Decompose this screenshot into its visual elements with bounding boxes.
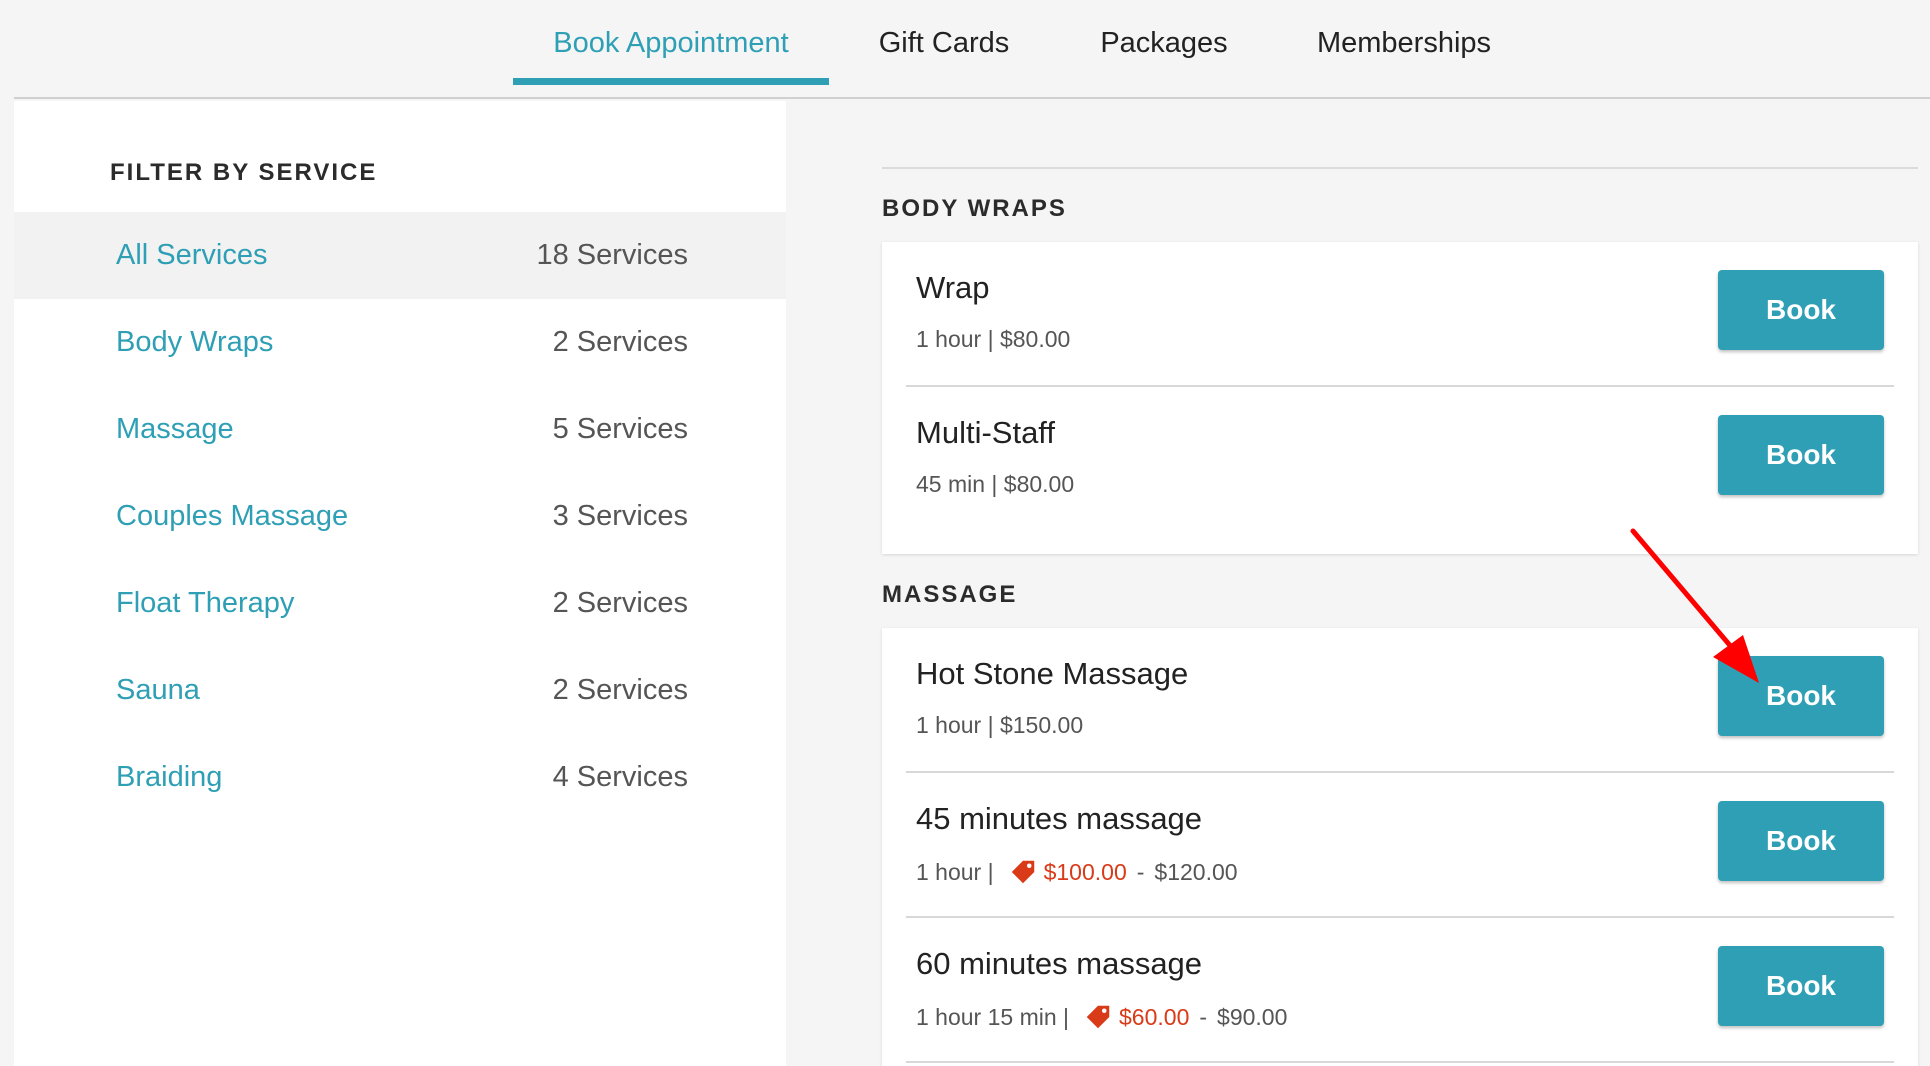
book-button[interactable]: Book bbox=[1718, 946, 1884, 1026]
filter-item-label: Massage bbox=[116, 413, 234, 445]
book-button[interactable]: Book bbox=[1718, 801, 1884, 881]
filter-sidebar: FILTER BY SERVICE All Services 18 Servic… bbox=[14, 101, 786, 1066]
service-row: 45 minutes massage 1 hour | $100.00 - $1… bbox=[906, 773, 1894, 918]
filter-item-couples-massage[interactable]: Couples Massage 3 Services bbox=[14, 473, 786, 560]
filter-item-braiding[interactable]: Braiding 4 Services bbox=[14, 734, 786, 821]
service-detail: 45 min | $80.00 bbox=[916, 471, 1075, 497]
filter-item-label: Sauna bbox=[116, 674, 200, 706]
service-row: 60 minutes massage 1 hour 15 min | $60.0… bbox=[906, 918, 1894, 1063]
filter-item-all-services[interactable]: All Services 18 Services bbox=[14, 212, 786, 299]
book-button[interactable]: Book bbox=[1718, 270, 1884, 350]
sale-price: $100.00 bbox=[1043, 858, 1127, 885]
filter-item-count: 2 Services bbox=[552, 587, 688, 619]
filter-title: FILTER BY SERVICE bbox=[110, 159, 378, 186]
filter-item-count: 18 Services bbox=[536, 239, 688, 271]
service-row: Wrap 1 hour | $80.00 Book bbox=[906, 242, 1894, 387]
service-name: Hot Stone Massage bbox=[916, 656, 1189, 691]
service-name: Wrap bbox=[916, 270, 990, 305]
service-name: 60 minutes massage bbox=[916, 946, 1203, 981]
filter-item-body-wraps[interactable]: Body Wraps 2 Services bbox=[14, 299, 786, 386]
service-detail: 1 hour 15 min | $60.00 - $90.00 bbox=[916, 1002, 1287, 1032]
filter-item-label: Body Wraps bbox=[116, 326, 274, 358]
filter-item-sauna[interactable]: Sauna 2 Services bbox=[14, 647, 786, 734]
service-card-body-wraps: Wrap 1 hour | $80.00 Book Multi-Staff 45… bbox=[882, 242, 1918, 554]
price-separator: - bbox=[1136, 858, 1145, 885]
filter-item-label: Float Therapy bbox=[116, 587, 295, 619]
service-name: Multi-Staff bbox=[916, 415, 1055, 450]
price-separator: - bbox=[1199, 1003, 1208, 1030]
filter-item-count: 2 Services bbox=[552, 674, 688, 706]
filter-item-label: Couples Massage bbox=[116, 500, 349, 532]
filter-item-float-therapy[interactable]: Float Therapy 2 Services bbox=[14, 560, 786, 647]
book-button[interactable]: Book bbox=[1718, 415, 1884, 495]
tab-packages[interactable]: Packages bbox=[1074, 0, 1254, 97]
price-tag-icon bbox=[1011, 860, 1034, 884]
tab-book-appointment[interactable]: Book Appointment bbox=[513, 0, 829, 97]
regular-price: $90.00 bbox=[1217, 1003, 1288, 1030]
service-duration: 1 hour | bbox=[916, 858, 994, 885]
filter-item-count: 3 Services bbox=[552, 500, 688, 532]
price-tag-icon bbox=[1086, 1005, 1110, 1029]
service-duration: 1 hour 15 min | bbox=[916, 1003, 1070, 1030]
main-divider bbox=[882, 167, 1918, 169]
top-nav: Book Appointment Gift Cards Packages Mem… bbox=[14, 0, 1930, 99]
service-name: 45 minutes massage bbox=[916, 801, 1203, 836]
service-detail: 1 hour | $150.00 bbox=[916, 712, 1084, 738]
filter-item-count: 2 Services bbox=[552, 326, 688, 358]
filter-item-count: 5 Services bbox=[552, 413, 688, 445]
service-detail: 1 hour | $100.00 - $120.00 bbox=[916, 857, 1238, 887]
tab-gift-cards[interactable]: Gift Cards bbox=[854, 0, 1034, 97]
section-title-massage: MASSAGE bbox=[882, 581, 1018, 608]
tab-memberships[interactable]: Memberships bbox=[1304, 0, 1504, 97]
service-detail: 1 hour | $80.00 bbox=[916, 326, 1071, 352]
filter-item-count: 4 Services bbox=[552, 761, 688, 793]
filter-item-massage[interactable]: Massage 5 Services bbox=[14, 386, 786, 473]
service-row: Multi-Staff 45 min | $80.00 Book bbox=[906, 387, 1894, 530]
section-title-body-wraps: BODY WRAPS bbox=[882, 195, 1067, 222]
annotation-arrow-icon bbox=[1630, 528, 1759, 683]
regular-price: $120.00 bbox=[1154, 858, 1238, 885]
service-card-massage: Hot Stone Massage 1 hour | $150.00 Book … bbox=[882, 628, 1918, 1066]
sale-price: $60.00 bbox=[1119, 1003, 1190, 1030]
filter-item-label: All Services bbox=[116, 239, 268, 271]
filter-item-label: Braiding bbox=[116, 761, 223, 793]
